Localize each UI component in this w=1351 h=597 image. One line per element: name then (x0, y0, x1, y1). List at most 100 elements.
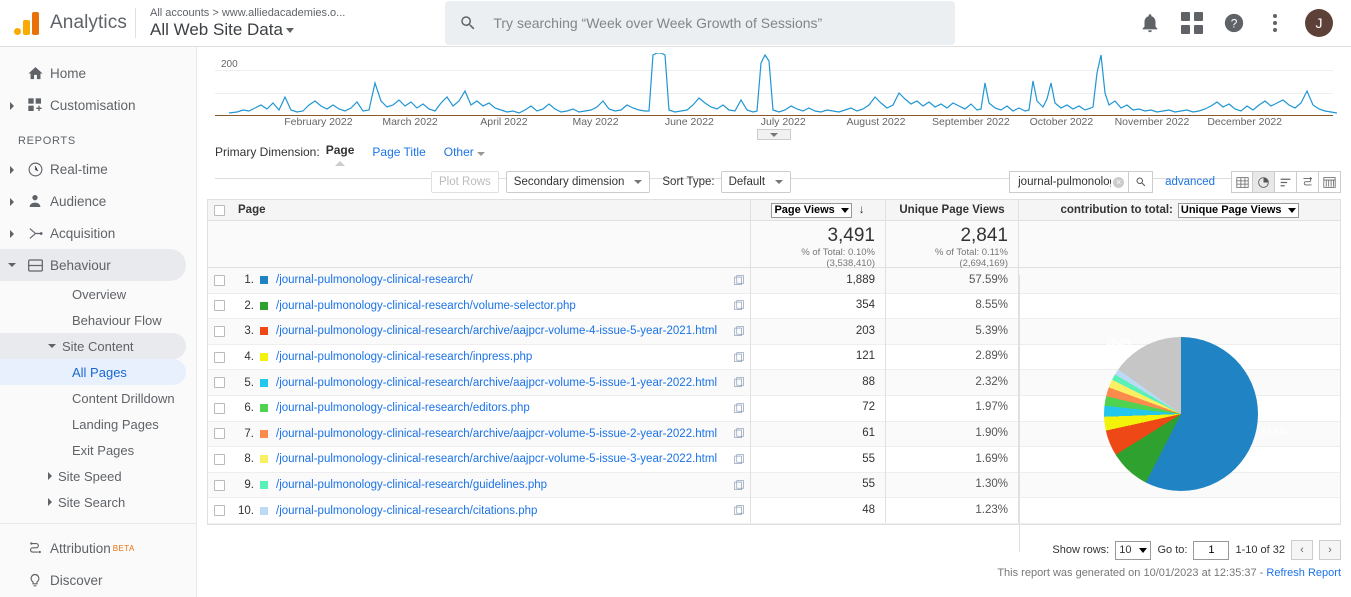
open-in-new-icon[interactable] (728, 326, 750, 337)
secondary-dimension-button[interactable]: Secondary dimension (506, 171, 651, 193)
row-select-cell[interactable] (208, 275, 230, 286)
row-select-cell[interactable] (208, 300, 230, 311)
table-row[interactable]: 7./journal-pulmonology-clinical-research… (208, 422, 1340, 448)
pivot-view-icon[interactable] (1319, 171, 1341, 193)
table-row[interactable]: 1./journal-pulmonology-clinical-research… (208, 268, 1340, 294)
row-page-cell[interactable]: /journal-pulmonology-clinical-research/a… (276, 325, 728, 337)
page-link[interactable]: /journal-pulmonology-clinical-research/c… (276, 505, 537, 517)
sidebar-item-landing-pages[interactable]: Landing Pages (0, 411, 186, 437)
apps-grid-icon[interactable] (1181, 12, 1203, 34)
primary-dimension-other[interactable]: Other (444, 145, 485, 159)
row-page-cell[interactable]: /journal-pulmonology-clinical-research/v… (276, 300, 728, 312)
sidebar-item-behaviour-flow[interactable]: Behaviour Flow (0, 307, 186, 333)
open-in-new-icon[interactable] (728, 300, 750, 311)
select-all-checkbox[interactable] (214, 205, 225, 216)
page-link[interactable]: /journal-pulmonology-clinical-research/i… (276, 351, 532, 363)
search-input[interactable] (491, 14, 941, 32)
row-checkbox[interactable] (214, 352, 225, 363)
row-checkbox[interactable] (214, 326, 225, 337)
goto-input[interactable] (1193, 541, 1229, 560)
primary-dimension-page-title[interactable]: Page Title (372, 145, 425, 159)
open-in-new-icon[interactable] (728, 403, 750, 414)
sidebar-item-discover[interactable]: Discover (0, 564, 186, 596)
primary-dimension-selected[interactable]: Page (326, 143, 355, 161)
table-row[interactable]: 10./journal-pulmonology-clinical-researc… (208, 498, 1340, 524)
table-view-icon[interactable] (1231, 171, 1253, 193)
next-page-button[interactable]: › (1319, 540, 1341, 560)
sidebar-item-attribution[interactable]: Attribution BETA (0, 532, 186, 564)
sidebar-item-all-pages[interactable]: All Pages (0, 359, 186, 385)
open-in-new-icon[interactable] (728, 352, 750, 363)
open-in-new-icon[interactable] (728, 505, 750, 516)
prev-page-button[interactable]: ‹ (1291, 540, 1313, 560)
account-selector[interactable]: All accounts > www.alliedacademies.o... … (150, 7, 345, 39)
page-link[interactable]: /journal-pulmonology-clinical-research/e… (276, 402, 530, 414)
page-link[interactable]: /journal-pulmonology-clinical-research/g… (276, 479, 547, 491)
sidebar-item-overview[interactable]: Overview (0, 281, 186, 307)
open-in-new-icon[interactable] (728, 275, 750, 286)
table-row[interactable]: 5./journal-pulmonology-clinical-research… (208, 370, 1340, 396)
table-search-field[interactable]: × (1009, 171, 1129, 193)
comparison-view-icon[interactable] (1297, 171, 1319, 193)
row-select-cell[interactable] (208, 326, 230, 337)
row-select-cell[interactable] (208, 480, 230, 491)
sidebar-item-audience[interactable]: Audience (0, 185, 186, 217)
column-header-page-views[interactable]: Page Views ↓ (750, 200, 885, 221)
page-link[interactable]: /journal-pulmonology-clinical-research/a… (276, 453, 717, 465)
sidebar-item-acquisition[interactable]: Acquisition (0, 217, 186, 249)
plot-rows-button[interactable]: Plot Rows (431, 171, 499, 193)
page-link[interactable]: /journal-pulmonology-clinical-research/a… (276, 325, 717, 337)
row-checkbox[interactable] (214, 275, 225, 286)
row-checkbox[interactable] (214, 505, 225, 516)
performance-view-icon[interactable] (1275, 171, 1297, 193)
sort-desc-icon[interactable]: ↓ (859, 204, 865, 216)
open-in-new-icon[interactable] (728, 428, 750, 439)
row-select-cell[interactable] (208, 352, 230, 363)
sidebar-item-home[interactable]: Home (0, 57, 186, 89)
clear-icon[interactable]: × (1113, 177, 1124, 188)
show-rows-select[interactable]: 10 (1115, 541, 1151, 560)
row-page-cell[interactable]: /journal-pulmonology-clinical-research/e… (276, 402, 728, 414)
table-row[interactable]: 2./journal-pulmonology-clinical-research… (208, 294, 1340, 320)
select-all-cell[interactable] (208, 205, 230, 216)
row-checkbox[interactable] (214, 300, 225, 311)
global-search[interactable] (445, 1, 955, 45)
row-page-cell[interactable]: /journal-pulmonology-clinical-research/a… (276, 453, 728, 465)
avatar[interactable]: J (1305, 9, 1333, 37)
row-select-cell[interactable] (208, 428, 230, 439)
open-in-new-icon[interactable] (728, 454, 750, 465)
row-page-cell[interactable]: /journal-pulmonology-clinical-research/ (276, 274, 728, 286)
row-checkbox[interactable] (214, 377, 225, 388)
open-in-new-icon[interactable] (728, 377, 750, 388)
row-select-cell[interactable] (208, 403, 230, 414)
page-link[interactable]: /journal-pulmonology-clinical-research/a… (276, 377, 717, 389)
sidebar-item-customisation[interactable]: Customisation (0, 89, 186, 121)
table-row[interactable]: 9./journal-pulmonology-clinical-research… (208, 473, 1340, 499)
page-link[interactable]: /journal-pulmonology-clinical-research/ (276, 274, 473, 286)
row-checkbox[interactable] (214, 428, 225, 439)
table-search-button[interactable] (1129, 171, 1153, 193)
sidebar-item-real-time[interactable]: Real-time (0, 153, 186, 185)
metric-select[interactable]: Page Views (771, 203, 851, 218)
sidebar-item-exit-pages[interactable]: Exit Pages (0, 437, 186, 463)
timeline-chart[interactable]: 200 February 2022 March 2022 April 2022 … (215, 53, 1333, 131)
page-link[interactable]: /journal-pulmonology-clinical-research/a… (276, 428, 717, 440)
help-icon[interactable]: ? (1223, 12, 1245, 34)
table-row[interactable]: 8./journal-pulmonology-clinical-research… (208, 447, 1340, 473)
sidebar-group-site-speed[interactable]: Site Speed (0, 463, 186, 489)
refresh-report-link[interactable]: Refresh Report (1266, 567, 1341, 579)
row-page-cell[interactable]: /journal-pulmonology-clinical-research/g… (276, 479, 728, 491)
sidebar-group-site-content[interactable]: Site Content (0, 333, 186, 359)
table-row[interactable]: 4./journal-pulmonology-clinical-research… (208, 345, 1340, 371)
pie-view-icon[interactable] (1253, 171, 1275, 193)
row-select-cell[interactable] (208, 505, 230, 516)
table-row[interactable]: 6./journal-pulmonology-clinical-research… (208, 396, 1340, 422)
row-page-cell[interactable]: /journal-pulmonology-clinical-research/i… (276, 351, 728, 363)
row-checkbox[interactable] (214, 403, 225, 414)
contribution-metric-select[interactable]: Unique Page Views (1178, 203, 1299, 218)
column-header-page[interactable]: Page (230, 204, 750, 216)
table-row[interactable]: 3./journal-pulmonology-clinical-research… (208, 319, 1340, 345)
column-header-unique-page-views[interactable]: Unique Page Views (885, 200, 1018, 221)
advanced-link[interactable]: advanced (1165, 176, 1215, 188)
row-checkbox[interactable] (214, 480, 225, 491)
